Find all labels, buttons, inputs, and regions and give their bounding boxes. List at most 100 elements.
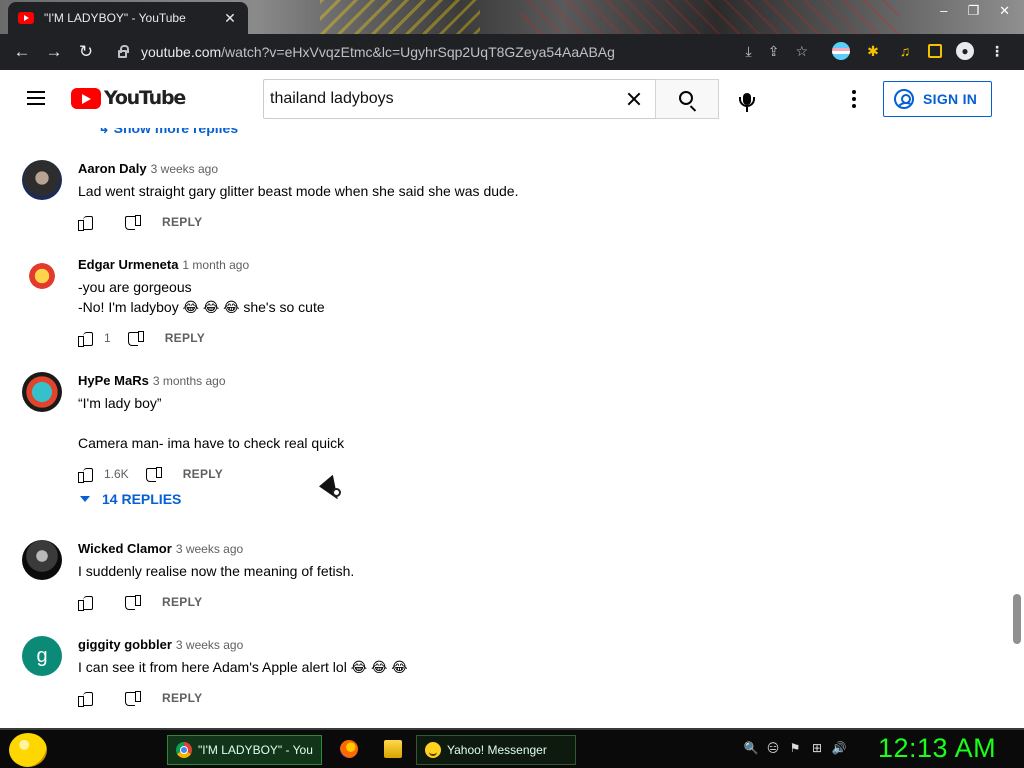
comment-author[interactable]: Edgar Urmeneta bbox=[78, 257, 178, 272]
messenger-tray-icon[interactable]: 😑 bbox=[766, 741, 780, 755]
start-button[interactable] bbox=[9, 733, 47, 767]
system-clock[interactable]: 12:13 AM bbox=[878, 733, 996, 764]
taskbar: "I'M LADYBOY" - You... Yahoo! Messenger … bbox=[0, 728, 1024, 768]
search-input[interactable] bbox=[270, 90, 622, 108]
youtube-header: YouTube SIGN IN bbox=[0, 70, 1024, 128]
view-replies-button[interactable]: 14 REPLIES bbox=[78, 491, 181, 507]
sign-in-button[interactable]: SIGN IN bbox=[883, 81, 992, 117]
youtube-favicon-icon bbox=[18, 12, 34, 24]
address-bar[interactable]: youtube.com/watch?v=eHxVvqzEtmc&lc=Ugyhr… bbox=[108, 38, 818, 66]
network-icon[interactable]: ⊞ bbox=[810, 741, 824, 755]
comment-text: -you are gorgeous -No! I'm ladyboy 😂 😂 😂… bbox=[78, 279, 325, 315]
like-count: 1.6K bbox=[104, 467, 129, 481]
search-icon bbox=[678, 90, 693, 105]
microphone-icon bbox=[739, 93, 755, 112]
show-more-replies-link[interactable]: ↳ Show more replies bbox=[98, 128, 238, 137]
search-button[interactable] bbox=[655, 79, 719, 119]
maximize-button[interactable]: ❐ bbox=[967, 3, 979, 19]
comment-author[interactable]: Aaron Daly bbox=[78, 161, 147, 176]
guide-menu-icon[interactable] bbox=[27, 91, 45, 105]
close-window-button[interactable]: ✕ bbox=[999, 3, 1010, 19]
firefox-icon[interactable] bbox=[340, 740, 358, 758]
reload-button[interactable]: ↻ bbox=[70, 34, 102, 70]
search-box bbox=[263, 79, 656, 119]
reply-button[interactable]: REPLY bbox=[162, 595, 202, 609]
comment-time[interactable]: 3 weeks ago bbox=[176, 542, 243, 556]
action-center-flag-icon[interactable]: ⚑ bbox=[788, 741, 802, 755]
browser-menu-icon[interactable]: ⋮ bbox=[988, 42, 1006, 60]
reply-button[interactable]: REPLY bbox=[165, 331, 205, 345]
comment-actions: REPLY bbox=[78, 590, 202, 614]
comment-time[interactable]: 3 months ago bbox=[153, 374, 226, 388]
bookmark-star-icon[interactable]: ☆ bbox=[795, 43, 808, 60]
like-icon[interactable] bbox=[78, 594, 94, 611]
tab-close-icon[interactable]: ✕ bbox=[222, 10, 238, 27]
media-control-icon[interactable]: ♫ bbox=[896, 42, 914, 60]
comment-author[interactable]: Wicked Clamor bbox=[78, 541, 172, 556]
comment-text: Lad went straight gary glitter beast mod… bbox=[78, 183, 519, 199]
comment-author[interactable]: HyPe MaRs bbox=[78, 373, 149, 388]
share-icon[interactable]: ⇪ bbox=[768, 43, 780, 60]
reply-button[interactable]: REPLY bbox=[162, 691, 202, 705]
search-tray-icon[interactable]: 🔍 bbox=[744, 741, 759, 755]
youtube-logo-text: YouTube bbox=[104, 87, 186, 109]
replies-count-label: 14 REPLIES bbox=[102, 491, 182, 507]
browser-tab-active[interactable]: "I'M LADYBOY" - YouTube ✕ bbox=[8, 2, 248, 34]
dislike-icon[interactable] bbox=[124, 594, 141, 610]
like-icon[interactable] bbox=[78, 330, 94, 347]
avatar[interactable] bbox=[22, 256, 62, 296]
chrome-icon bbox=[176, 742, 192, 758]
sign-in-label: SIGN IN bbox=[923, 91, 978, 107]
like-icon[interactable] bbox=[78, 690, 94, 707]
comment-text: “I'm lady boy” Camera man- ima have to c… bbox=[78, 395, 345, 451]
dislike-icon[interactable] bbox=[145, 466, 162, 482]
dislike-icon[interactable] bbox=[127, 330, 144, 346]
comment-time[interactable]: 3 weeks ago bbox=[151, 162, 218, 176]
comment-actions: REPLY bbox=[78, 686, 202, 710]
like-icon[interactable] bbox=[78, 466, 94, 483]
youtube-logo-icon bbox=[71, 87, 101, 109]
yahoo-messenger-icon bbox=[425, 742, 441, 758]
system-tray: 🔍 😑 ⚑ ⊞ 🔊 bbox=[744, 741, 847, 755]
voice-search-button[interactable] bbox=[733, 83, 761, 115]
window-controls: – ❐ ✕ bbox=[940, 3, 1010, 19]
page-scrollbar[interactable] bbox=[1013, 594, 1021, 644]
youtube-logo[interactable]: YouTube bbox=[71, 87, 186, 109]
dislike-icon[interactable] bbox=[124, 690, 141, 706]
clear-search-icon[interactable] bbox=[622, 87, 646, 111]
settings-more-icon[interactable] bbox=[846, 87, 862, 111]
profile-icon[interactable]: ● bbox=[956, 42, 974, 60]
comment-actions: 1 REPLY bbox=[78, 326, 205, 350]
folder-icon[interactable] bbox=[384, 740, 402, 758]
browser-toolbar: ← → ↻ youtube.com/watch?v=eHxVvqzEtmc&lc… bbox=[0, 34, 1024, 70]
omnibox-actions: ⤓ ⇪ ☆ bbox=[746, 43, 809, 60]
avatar[interactable] bbox=[22, 372, 62, 412]
comment-author[interactable]: giggity gobbler bbox=[78, 637, 172, 652]
side-panel-icon[interactable] bbox=[928, 44, 942, 58]
dislike-icon[interactable] bbox=[124, 214, 141, 230]
comment-time[interactable]: 1 month ago bbox=[182, 258, 249, 272]
forward-button[interactable]: → bbox=[38, 34, 70, 70]
like-icon[interactable] bbox=[78, 214, 94, 231]
tab-title: "I'M LADYBOY" - YouTube bbox=[44, 11, 186, 25]
avatar[interactable] bbox=[22, 540, 62, 580]
taskbar-item-yahoo-messenger[interactable]: Yahoo! Messenger bbox=[416, 735, 576, 765]
minimize-button[interactable]: – bbox=[940, 3, 947, 19]
comment-time[interactable]: 3 weeks ago bbox=[176, 638, 243, 652]
desktop-theme-decoration bbox=[320, 0, 480, 34]
taskbar-item-chrome[interactable]: "I'M LADYBOY" - You... bbox=[167, 735, 322, 765]
back-button[interactable]: ← bbox=[6, 34, 38, 70]
flag-extension-icon[interactable] bbox=[832, 42, 850, 60]
reply-button[interactable]: REPLY bbox=[183, 467, 223, 481]
extensions-puzzle-icon[interactable]: ✱ bbox=[864, 42, 882, 60]
comments-section: ↳ Show more replies Aaron Daly 3 weeks ag… bbox=[0, 128, 1024, 728]
avatar[interactable] bbox=[22, 160, 62, 200]
extension-icons: ✱ ♫ ● ⋮ bbox=[832, 42, 1006, 60]
avatar[interactable]: g bbox=[22, 636, 62, 676]
install-app-icon[interactable]: ⤓ bbox=[746, 43, 752, 60]
comment-text: I suddenly realise now the meaning of fe… bbox=[78, 563, 355, 579]
reply-button[interactable]: REPLY bbox=[162, 215, 202, 229]
lock-icon[interactable] bbox=[118, 45, 129, 58]
browser-tab-strip: "I'M LADYBOY" - YouTube ✕ – ❐ ✕ bbox=[0, 0, 1024, 34]
volume-icon[interactable]: 🔊 bbox=[832, 741, 847, 755]
